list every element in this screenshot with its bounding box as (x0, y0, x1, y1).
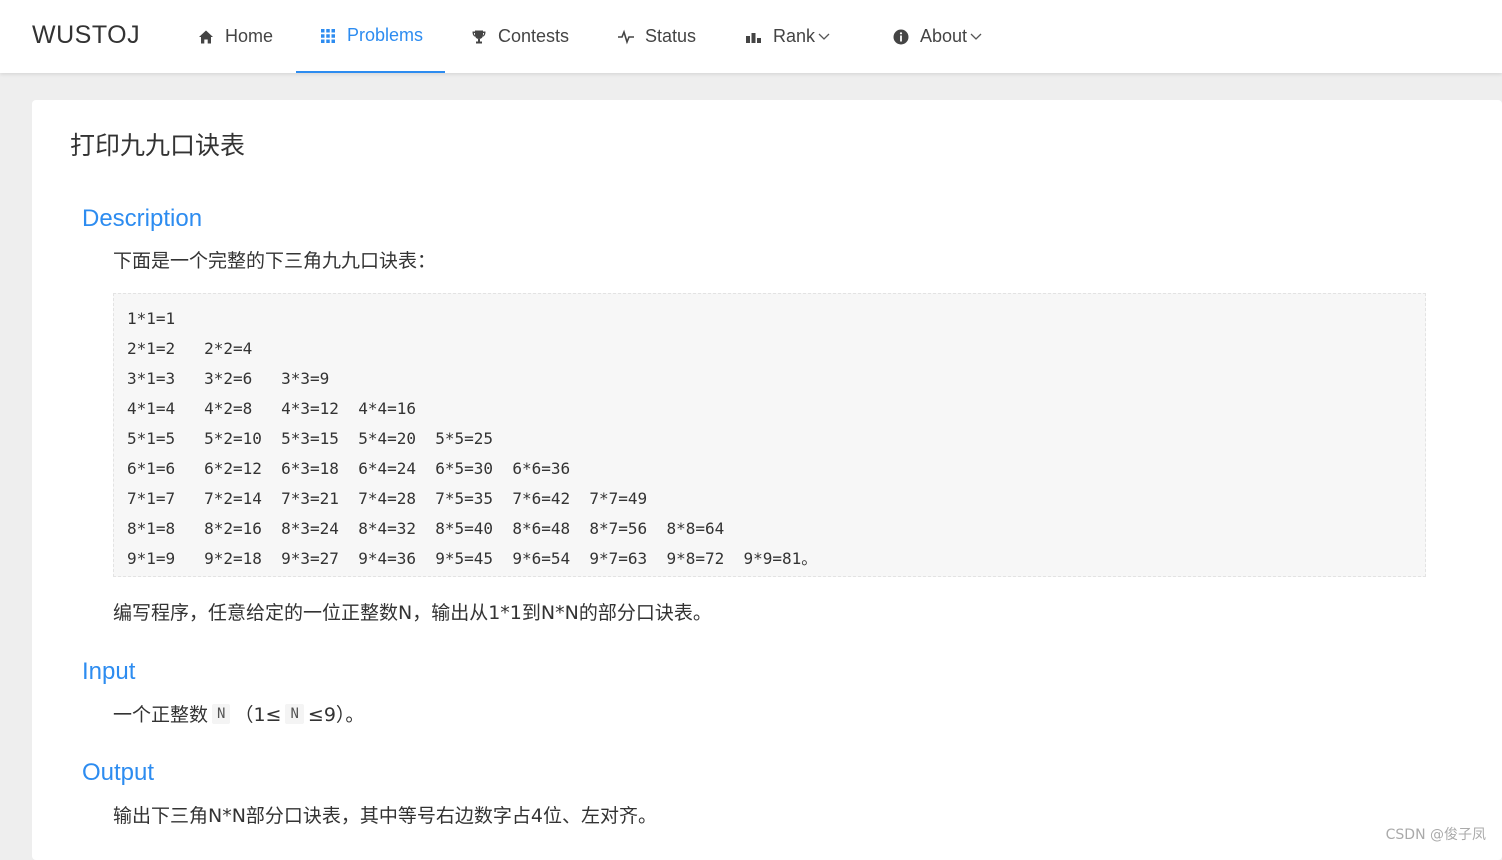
nav-status[interactable]: Status (617, 0, 696, 73)
input-text-middle: （1≤ (234, 704, 282, 726)
code-line: 1*1=1 (127, 309, 176, 328)
inline-code: N (212, 703, 231, 724)
watermark: CSDN @俊子凤 (1385, 827, 1486, 843)
nav-contests[interactable]: Contests (470, 0, 569, 73)
chevron-down-icon (970, 33, 982, 41)
code-line: 7*1=7 7*2=14 7*3=21 7*4=28 7*5=35 7*6=42… (127, 489, 648, 508)
site-logo[interactable]: WUSTOJ (32, 21, 140, 50)
problem-title: 打印九九口诀表 (70, 131, 246, 160)
description-heading: Description (82, 205, 203, 232)
info-icon (892, 28, 910, 46)
home-icon (197, 28, 215, 46)
nav-about[interactable]: About (892, 0, 982, 73)
nav-home[interactable]: Home (197, 0, 273, 73)
output-heading: Output (82, 759, 155, 786)
code-line: 6*1=6 6*2=12 6*3=18 6*4=24 6*5=30 6*6=36 (127, 459, 571, 478)
nav-problems[interactable]: Problems (296, 0, 445, 73)
code-line: 5*1=5 5*2=10 5*3=15 5*4=20 5*5=25 (127, 429, 494, 448)
code-line: 9*1=9 9*2=18 9*3=27 9*4=36 9*5=45 9*6=54… (127, 549, 818, 568)
nav-about-label: About (920, 26, 968, 46)
code-line: 2*1=2 2*2=4 (127, 339, 253, 358)
code-line: 8*1=8 8*2=16 8*3=24 8*4=32 8*5=40 8*6=48… (127, 519, 725, 538)
description-intro: 下面是一个完整的下三角九九口诀表： (113, 250, 437, 272)
code-line: 4*1=4 4*2=8 4*3=12 4*4=16 (127, 399, 416, 418)
top-navbar: WUSTOJ Home Problems Contests Status Ran… (0, 0, 1502, 73)
nav-contests-label: Contests (498, 26, 570, 46)
sample-code-block: 1*1=1 2*1=2 2*2=4 3*1=3 3*2=6 3*3=9 4*1=… (113, 293, 1426, 577)
nav-rank-label: Rank (773, 26, 816, 46)
trophy-icon (470, 28, 488, 46)
input-heading: Input (82, 658, 136, 685)
chevron-down-icon (818, 33, 830, 41)
grid-icon (319, 27, 337, 45)
code-line: 3*1=3 3*2=6 3*3=9 (127, 369, 330, 388)
nav-home-label: Home (225, 26, 274, 46)
input-text: 一个正整数 N （1≤ N ≤9）。 (113, 700, 364, 727)
description-task: 编写程序，任意给定的一位正整数N，输出从1*1到N*N的部分口诀表。 (113, 602, 712, 624)
bar-chart-icon (745, 28, 763, 46)
problem-card: 打印九九口诀表 Description 下面是一个完整的下三角九九口诀表： 1*… (32, 100, 1502, 860)
nav-rank[interactable]: Rank (745, 0, 830, 73)
inline-code: N (285, 703, 304, 724)
output-text: 输出下三角N*N部分口诀表，其中等号右边数字占4位、左对齐。 (113, 805, 658, 827)
pulse-icon (617, 28, 635, 46)
nav-problems-label: Problems (347, 25, 424, 45)
input-text-after: ≤9）。 (307, 704, 365, 726)
input-text-before: 一个正整数 (113, 704, 209, 726)
nav-status-label: Status (645, 26, 697, 46)
